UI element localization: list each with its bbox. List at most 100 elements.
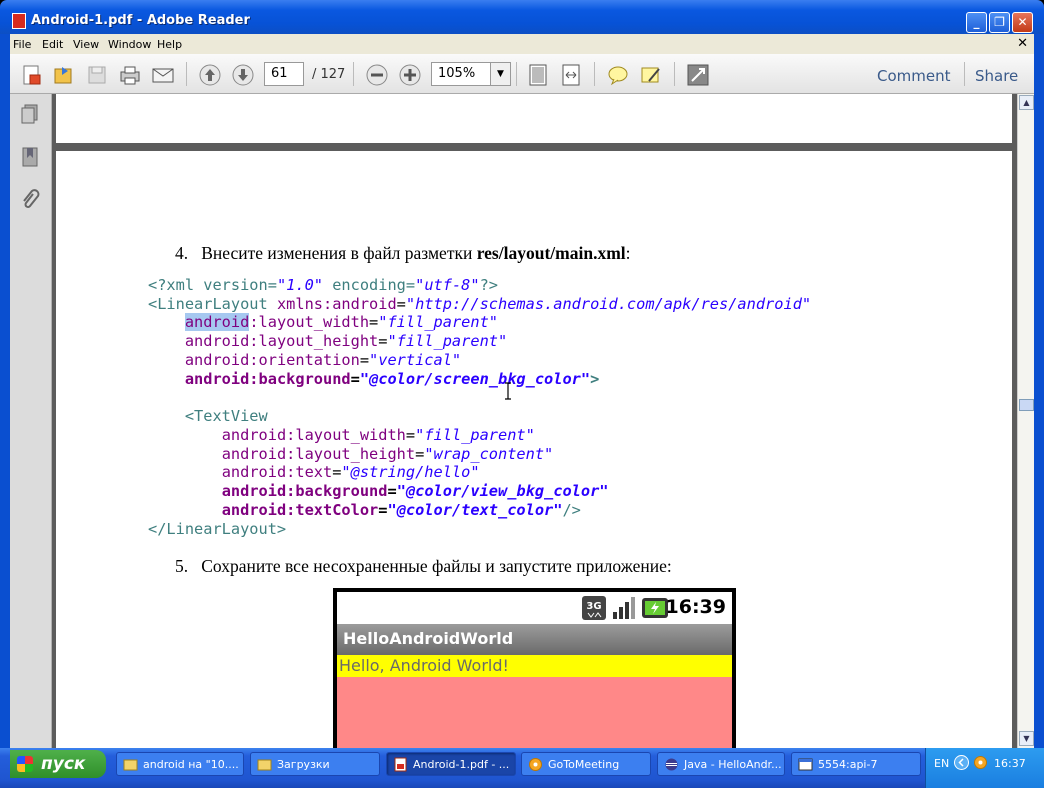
next-page-icon[interactable] [231,63,255,87]
task-gotomeeting[interactable]: GoToMeeting [521,752,651,776]
fit-page-icon[interactable] [526,63,550,87]
pdf-icon [394,757,407,772]
adobe-reader-icon [12,13,26,29]
scroll-down-arrow-icon[interactable]: ▼ [1019,731,1034,746]
close-button[interactable]: ✕ [1012,12,1033,33]
scrollbar-thumb[interactable] [1019,399,1034,411]
minimize-button[interactable]: _ [966,12,987,33]
task-emulator[interactable]: 5554:api-7 [791,752,921,776]
fit-width-icon[interactable] [559,63,583,87]
task-android-folder[interactable]: android на "10.... [116,752,244,776]
save-icon[interactable] [85,63,109,87]
code-line-11: android:background="@color/view_bkg_colo… [221,482,609,500]
pdf-page-previous [56,94,1012,143]
svg-text:3G: 3G [586,601,601,612]
folder-icon [123,759,138,771]
pdf-page-current: 4. Внесите изменения в файл разметки res… [56,151,1012,748]
task-adobe-reader[interactable]: Android-1.pdf - ... [386,752,516,776]
start-label: пуск [41,754,86,774]
comment-button[interactable]: Comment [877,67,951,85]
scroll-up-arrow-icon[interactable]: ▲ [1019,95,1034,110]
gotomeeting-flower-icon [529,758,542,771]
task-downloads[interactable]: Загрузки [250,752,380,776]
code-line-12: android:textColor="@color/text_color"/> [221,501,581,519]
page-total: / 127 [312,67,346,82]
code-line-9: android:layout_height="wrap_content" [221,445,554,463]
phone-screen-background [337,677,732,748]
menu-help[interactable]: Help [157,38,182,51]
code-line-8: android:layout_width="fill_parent" [221,426,535,444]
toolbar-separator [516,62,517,86]
code-line-4: android:layout_height="fill_parent" [184,332,508,350]
window-title: Android-1.pdf - Adobe Reader [31,13,250,28]
system-tray: EN 16:37 [925,748,1044,788]
zoom-dropdown-chevron-icon[interactable]: ▼ [491,62,511,86]
menu-view[interactable]: View [73,38,99,51]
zoom-out-icon[interactable] [365,63,389,87]
step-5: 5. Сохраните все несохраненные файлы и з… [175,556,672,576]
phone-app-title: HelloAndroidWorld [343,629,514,648]
code-line-13: </LinearLayout> [148,520,287,538]
phone-app-title-bar: HelloAndroidWorld [337,624,732,655]
selected-text: android [184,313,250,331]
signal-strength-icon [613,597,635,619]
phone-clock: 16:39 [665,596,726,618]
task-eclipse-java[interactable]: Java - HelloAndr... [657,752,785,776]
eclipse-icon [665,758,678,771]
gotomeeting-tray-icon[interactable] [973,755,988,770]
step-4: 4. Внесите изменения в файл разметки res… [175,243,631,263]
code-line-3: android:layout_width="fill_parent" [184,313,498,331]
window-frame-left [0,34,10,748]
toolbar-separator [594,62,595,86]
document-view[interactable]: 4. Внесите изменения в файл разметки res… [52,94,1017,748]
toolbar-separator [964,62,965,86]
tray-expand-chevron-icon[interactable] [954,755,969,770]
full-screen-icon[interactable] [686,63,710,87]
email-icon[interactable] [151,63,175,87]
title-bar[interactable]: Android-1.pdf - Adobe Reader _ ❐ ✕ [0,0,1044,34]
pages-icon[interactable] [18,102,42,126]
toolbar-separator [186,62,187,86]
close-document-icon[interactable]: ✕ [1017,36,1028,51]
maximize-button[interactable]: ❐ [989,12,1010,33]
share-button[interactable]: Share [975,67,1018,85]
comment-bubble-icon[interactable] [606,63,630,87]
menu-window[interactable]: Window [108,38,151,51]
bookmarks-icon[interactable] [18,145,42,169]
phone-hello-textview: Hello, Android World! [337,655,732,677]
taskbar: пуск android на "10.... Загрузки Android… [0,748,1044,788]
phone-status-bar: 3G 16:39 [337,592,732,624]
menu-file[interactable]: File [13,38,31,51]
window-frame-right [1034,34,1044,748]
create-pdf-icon[interactable] [20,63,44,87]
text-cursor-icon [505,382,511,400]
attachments-paperclip-icon[interactable] [18,188,42,212]
code-line-10: android:text="@string/hello" [221,463,480,481]
zoom-level-input[interactable]: 105% [431,62,491,86]
vertical-scrollbar[interactable]: ▲ ▼ [1017,94,1034,748]
language-indicator[interactable]: EN [934,757,949,770]
code-line-1: <?xml version="1.0" encoding="utf-8"?> [148,276,498,294]
clock: 16:37 [994,757,1026,770]
open-file-icon[interactable] [52,63,76,87]
code-line-6: android:background="@color/screen_bkg_co… [184,370,600,388]
highlight-icon[interactable] [639,63,663,87]
code-line-5: android:orientation="vertical" [184,351,462,369]
toolbar-separator [353,62,354,86]
toolbar: 61 / 127 105% ▼ Comment Share [10,54,1034,94]
navigation-panel [10,94,52,748]
phone-hello-text: Hello, Android World! [339,656,509,675]
start-button[interactable]: пуск [10,750,106,778]
previous-page-icon[interactable] [198,63,222,87]
toolbar-separator [674,62,675,86]
window-icon [798,758,813,771]
network-3g-icon: 3G [582,596,606,620]
menu-bar: File Edit View Window Help ✕ [10,34,1034,54]
menu-edit[interactable]: Edit [42,38,63,51]
page-number-input[interactable]: 61 [264,62,304,86]
print-icon[interactable] [118,63,142,87]
windows-logo-icon [17,756,33,772]
code-line-7: <TextView [184,407,268,425]
folder-icon [257,759,272,771]
zoom-in-icon[interactable] [398,63,422,87]
